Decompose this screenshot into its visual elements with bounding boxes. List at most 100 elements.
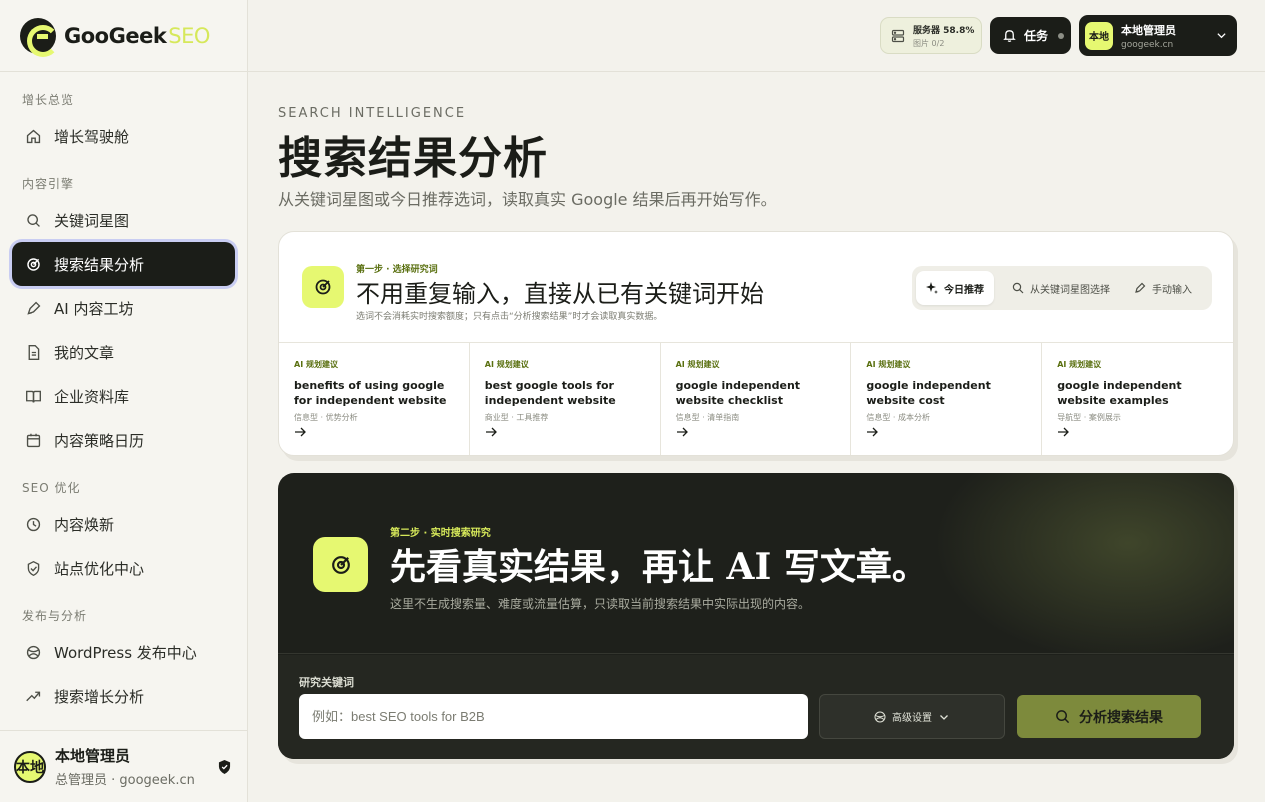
arrow-right-icon	[676, 427, 688, 437]
suggestion-keyword: benefits of using google for independent…	[294, 379, 447, 407]
search-icon	[1056, 710, 1070, 724]
sidebar-item-growth-analytics[interactable]: 搜索增长分析	[12, 674, 235, 718]
brand-name: GooGeek	[64, 23, 167, 48]
arrow-right-icon	[485, 427, 497, 437]
suggestion-tag: AI 规划建议	[1057, 360, 1102, 369]
advanced-settings-label: 高级设置	[892, 713, 932, 724]
step2-kicker: 第二步 · 实时搜索研究	[390, 528, 491, 539]
target-icon	[313, 537, 368, 592]
tab-label: 手动输入	[1152, 284, 1192, 296]
step2-panel: 第二步 · 实时搜索研究 先看真实结果，再让 AI 写文章。 这里不生成搜索量、…	[278, 473, 1234, 759]
sparkle-icon	[926, 282, 938, 294]
arrow-right-icon	[867, 427, 879, 437]
document-icon	[24, 343, 42, 361]
sidebar-item-keyword-map[interactable]: 关键词星图	[12, 198, 235, 242]
keyword-input[interactable]	[299, 694, 808, 739]
server-status-chip[interactable]: 服务器 58.8% 图片 0/2	[880, 17, 982, 54]
search-icon	[24, 211, 42, 229]
suggestion-keyword: google independent website cost	[866, 379, 991, 407]
keyword-label: 研究关键词	[299, 676, 354, 689]
sidebar-item-my-articles[interactable]: 我的文章	[12, 330, 235, 374]
advanced-settings-button[interactable]: 高级设置	[819, 694, 1005, 739]
server-usage: 服务器 58.8%	[913, 25, 975, 36]
book-icon	[24, 387, 42, 405]
research-form: 研究关键词 高级设置 分析搜索结果	[278, 655, 1234, 759]
nav-section-title: 发布与分析	[22, 609, 88, 623]
suggestion-keyword: google independent website examples	[1057, 379, 1182, 407]
sidebar-item-growth-cockpit[interactable]: 增长驾驶舱	[12, 114, 235, 158]
arrow-right-icon	[1058, 427, 1070, 437]
tasks-button[interactable]: 任务	[990, 17, 1071, 54]
tab-label: 从关键词星图选择	[1030, 284, 1110, 296]
step2-title: 先看真实结果，再让 AI 写文章。	[390, 546, 928, 588]
sidebar-item-label: 我的文章	[54, 343, 115, 362]
sidebar-item-ai-workshop[interactable]: AI 内容工坊	[12, 286, 235, 330]
sidebar-item-site-optimization[interactable]: 站点优化中心	[12, 546, 235, 590]
sidebar-item-wordpress-publish[interactable]: WordPress 发布中心	[12, 630, 235, 674]
chevron-down-icon	[1217, 33, 1226, 39]
bell-icon	[1003, 30, 1016, 43]
pen-icon	[24, 299, 42, 317]
topbar: 服务器 58.8% 图片 0/2 任务 本地 本地管理员 googeek.cn	[248, 0, 1265, 72]
suggestion-card[interactable]: AI 规划建议 google independent website check…	[661, 343, 852, 455]
sidebar-user-card[interactable]: 本地 本地管理员 总管理员 · googeek.cn	[0, 730, 247, 802]
tab-manual-input[interactable]: 手动输入	[1124, 271, 1202, 305]
sidebar-item-label: 企业资料库	[54, 387, 130, 406]
sidebar-item-content-calendar[interactable]: 内容策略日历	[12, 418, 235, 462]
step1-note: 选词不会消耗实时搜索额度；只有点击“分析搜索结果”时才会读取真实数据。	[356, 312, 663, 322]
user-name: 本地管理员	[55, 747, 131, 765]
account-domain: googeek.cn	[1121, 39, 1174, 50]
suggestion-meta: 信息型 · 清单指南	[675, 413, 740, 422]
suggestion-tag: AI 规划建议	[294, 360, 338, 369]
logo[interactable]: GooGeekSEO	[0, 0, 247, 72]
page-title: 搜索结果分析	[278, 133, 548, 184]
search-icon	[1012, 282, 1024, 294]
tab-keyword-map[interactable]: 从关键词星图选择	[1002, 271, 1120, 305]
step1-card: 第一步 · 选择研究词 不用重复输入，直接从已有关键词开始 选词不会消耗实时搜索…	[278, 231, 1234, 456]
suggestion-tag: AI 规划建议	[484, 360, 529, 369]
sidebar-item-label: 内容策略日历	[54, 431, 145, 450]
suggestion-meta: 导航型 · 案例展示	[1057, 413, 1121, 422]
trend-icon	[24, 687, 42, 705]
sidebar-item-label: 关键词星图	[54, 211, 130, 230]
nav-section-title: SEO 优化	[22, 481, 81, 495]
suggestion-tag: AI 规划建议	[866, 360, 911, 369]
suggestion-meta: 信息型 · 优势分析	[294, 413, 358, 422]
tasks-status-dot	[1058, 32, 1065, 39]
brand-suffix: SEO	[168, 23, 210, 48]
chevron-down-icon	[940, 714, 948, 720]
step1-title: 不用重复输入，直接从已有关键词开始	[356, 280, 764, 308]
keyword-source-tabs: 今日推荐 从关键词星图选择 手动输入	[912, 266, 1212, 310]
page-subtitle: 从关键词星图或今日推荐选词，读取真实 Google 结果后再开始写作。	[278, 190, 777, 209]
analyze-serp-button[interactable]: 分析搜索结果	[1017, 695, 1201, 738]
sidebar-item-serp-analysis[interactable]: 搜索结果分析	[12, 242, 235, 286]
target-icon	[24, 255, 42, 273]
tab-today-recommend[interactable]: 今日推荐	[916, 271, 994, 305]
suggestion-card[interactable]: AI 规划建议 google independent website examp…	[1042, 343, 1233, 455]
nav-section-title: 增长总览	[22, 93, 75, 107]
server-icon	[891, 29, 905, 42]
suggestion-card[interactable]: AI 规划建议 benefits of using google for ind…	[279, 343, 470, 455]
sidebar-item-company-library[interactable]: 企业资料库	[12, 374, 235, 418]
account-menu-button[interactable]: 本地 本地管理员 googeek.cn	[1079, 15, 1237, 56]
suggestion-card[interactable]: AI 规划建议 best google tools for independen…	[470, 343, 661, 455]
avatar: 本地	[1085, 21, 1113, 50]
suggestion-meta: 商业型 · 工具推荐	[484, 413, 549, 422]
nav-section-title: 内容引擎	[22, 177, 75, 191]
suggestion-card[interactable]: AI 规划建议 google independent website cost …	[851, 343, 1043, 455]
shield-icon	[218, 760, 231, 774]
sidebar-item-content-refresh[interactable]: 内容焕新	[12, 502, 235, 546]
shield-check-icon	[24, 559, 42, 577]
suggestion-keyword: best google tools for independent websit…	[484, 379, 616, 407]
suggestion-tag: AI 规划建议	[675, 360, 720, 369]
sidebar-item-label: 增长驾驶舱	[54, 127, 130, 146]
globe-icon	[24, 643, 42, 661]
suggestion-keyword: google independent website checklist	[675, 379, 801, 407]
globe-icon	[874, 711, 886, 722]
user-role: 总管理员 · googeek.cn	[55, 773, 195, 788]
sidebar-item-label: AI 内容工坊	[54, 299, 134, 318]
analyze-label: 分析搜索结果	[1079, 709, 1163, 726]
arrow-right-icon	[295, 427, 306, 437]
step2-subtitle: 这里不生成搜索量、难度或流量估算，只读取当前搜索结果中实际出现的内容。	[390, 597, 811, 611]
tasks-label: 任务	[1024, 29, 1049, 43]
